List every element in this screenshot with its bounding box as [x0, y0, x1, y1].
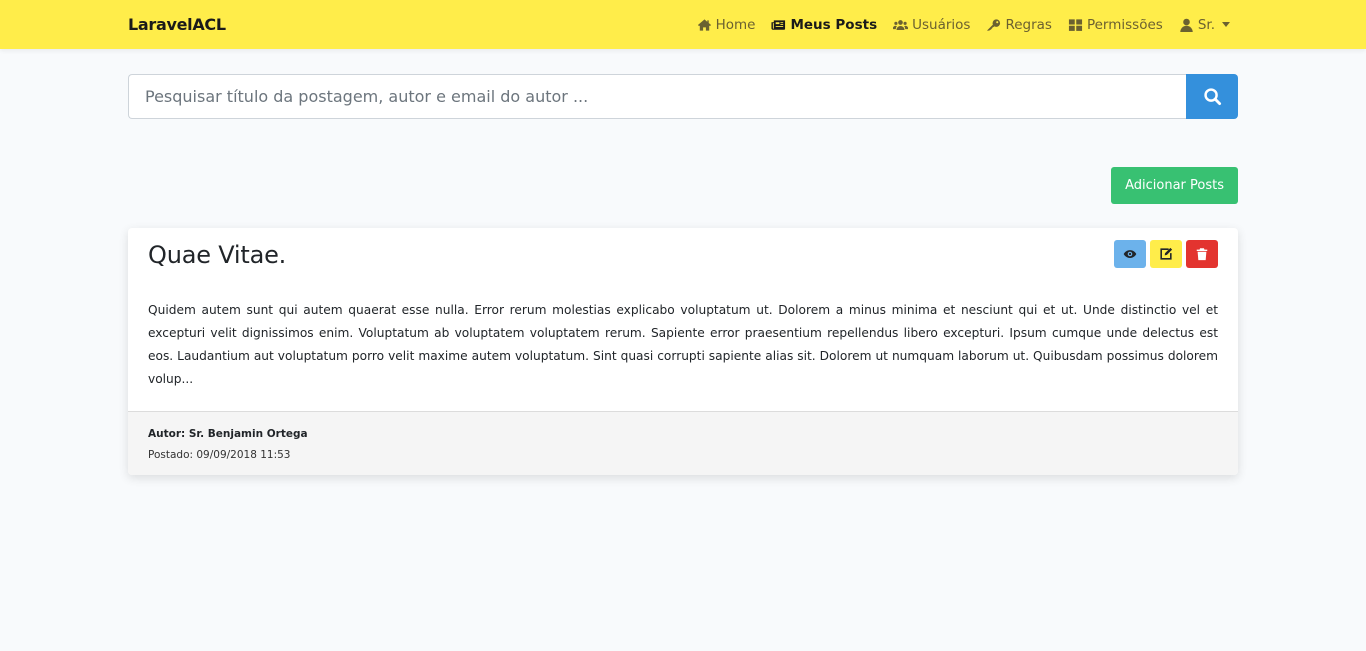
post-card: Quae Vitae. Quidem autem sunt qui autem … — [128, 228, 1238, 475]
post-actions — [1114, 240, 1218, 268]
add-post-button[interactable]: Adicionar Posts — [1111, 167, 1238, 204]
post-title: Quae Vitae. — [148, 241, 287, 269]
users-icon — [893, 19, 909, 30]
trash-icon — [1196, 248, 1208, 261]
nav-item-label: Meus Posts — [790, 16, 878, 33]
key-icon — [987, 18, 1001, 31]
search-button[interactable] — [1186, 74, 1238, 119]
view-post-button[interactable] — [1114, 240, 1146, 268]
post-date: Postado: 09/09/2018 11:53 — [148, 449, 291, 461]
nav-item-usuarios[interactable]: Usuários — [893, 17, 970, 33]
user-icon — [1180, 18, 1193, 32]
nav-item-home[interactable]: Home — [697, 16, 756, 33]
top-navbar: LaravelACL Home Meus Posts Usuários Regr… — [0, 0, 1366, 49]
nav-item-regras[interactable]: Regras — [986, 17, 1052, 33]
nav-item-meus-posts[interactable]: Meus Posts — [771, 17, 877, 33]
main-content: Adicionar Posts Quae Vitae. Quidem au — [128, 74, 1238, 475]
eye-icon — [1123, 250, 1137, 258]
delete-post-button[interactable] — [1186, 240, 1218, 268]
home-icon — [697, 18, 711, 31]
nav-item-label: Home — [715, 16, 756, 33]
chevron-down-icon — [1222, 22, 1230, 27]
search-icon — [1203, 88, 1221, 106]
nav-item-user-dropdown[interactable]: Sr. — [1179, 17, 1230, 33]
edit-icon — [1160, 247, 1173, 260]
search-bar — [128, 74, 1238, 119]
nav-menu: Home Meus Posts Usuários Regras Permissõ… — [681, 17, 1230, 33]
post-card-body: Quae Vitae. Quidem autem sunt qui autem … — [128, 228, 1238, 411]
brand-link[interactable]: LaravelACL — [128, 15, 226, 34]
post-excerpt: Quidem autem sunt qui autem quaerat esse… — [148, 303, 1218, 386]
edit-post-button[interactable] — [1150, 240, 1182, 268]
nav-item-label: Regras — [1005, 16, 1052, 33]
grid-icon — [1068, 18, 1083, 31]
nav-item-permissoes[interactable]: Permissões — [1068, 17, 1163, 33]
nav-item-label: Permissões — [1086, 16, 1163, 33]
post-card-header: Quae Vitae. — [148, 240, 1218, 269]
newspaper-icon — [771, 19, 786, 30]
search-input[interactable] — [128, 74, 1186, 119]
post-author: Autor: Sr. Benjamin Ortega — [148, 428, 308, 440]
toolbar: Adicionar Posts — [128, 167, 1238, 204]
nav-item-label: Usuários — [912, 16, 971, 33]
nav-item-label: Sr. — [1197, 16, 1215, 33]
post-card-footer: Autor: Sr. Benjamin Ortega Postado: 09/0… — [128, 411, 1238, 475]
